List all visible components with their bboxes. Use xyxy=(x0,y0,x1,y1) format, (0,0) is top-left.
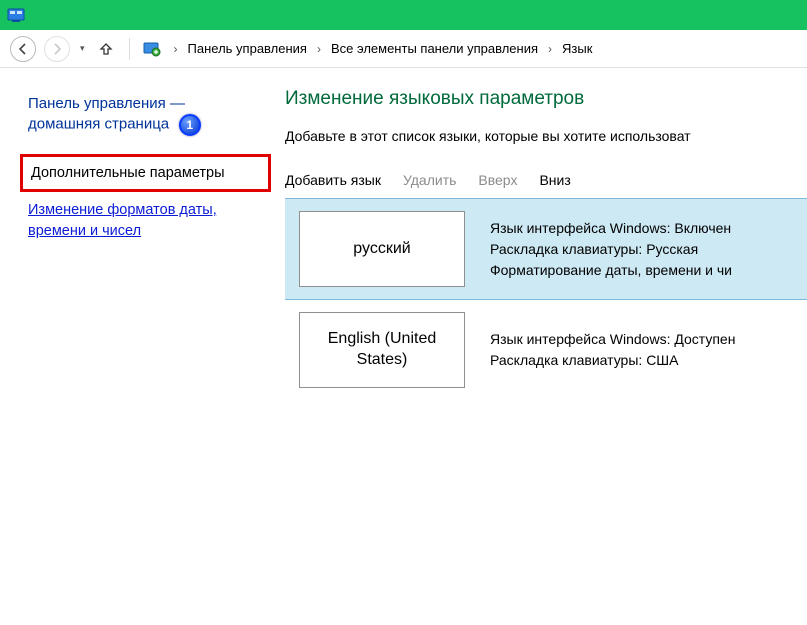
lang-info-line: Язык интерфейса Windows: Включен xyxy=(490,218,732,239)
sidebar-item-label: Изменение форматов даты, времени и чисел xyxy=(28,202,217,238)
sidebar: Панель управления — домашняя страница 1 … xyxy=(0,68,285,625)
chevron-right-icon[interactable]: › xyxy=(313,42,325,56)
language-row[interactable]: русский Язык интерфейса Windows: Включен… xyxy=(285,198,807,300)
nav-toolbar: ▾ › Панель управления › Все элементы пан… xyxy=(0,30,807,68)
annotation-badge-1: 1 xyxy=(179,114,201,136)
page-description: Добавьте в этот список языки, которые вы… xyxy=(285,128,807,144)
breadcrumb: › Панель управления › Все элементы панел… xyxy=(170,38,595,59)
add-language-button[interactable]: Добавить язык xyxy=(285,172,381,188)
separator xyxy=(129,38,130,60)
back-button[interactable] xyxy=(10,36,36,62)
breadcrumb-item[interactable]: Панель управления xyxy=(186,38,309,59)
breadcrumb-item[interactable]: Все элементы панели управления xyxy=(329,38,540,59)
lang-info-line: Раскладка клавиатуры: США xyxy=(490,350,735,371)
chevron-right-icon[interactable]: › xyxy=(544,42,556,56)
lang-info-line: Раскладка клавиатуры: Русская xyxy=(490,239,732,260)
control-panel-icon xyxy=(6,5,26,25)
sidebar-item-dateformat[interactable]: Изменение форматов даты, времени и чисел xyxy=(28,200,271,241)
titlebar xyxy=(0,0,807,30)
sidebar-home-link[interactable]: Панель управления — домашняя страница 1 xyxy=(28,94,271,136)
forward-button[interactable] xyxy=(44,36,70,62)
page-title: Изменение языковых параметров xyxy=(285,88,807,110)
language-row[interactable]: English (United States) Язык интерфейса … xyxy=(285,300,807,400)
history-dropdown-icon[interactable]: ▾ xyxy=(78,43,87,54)
language-tile[interactable]: English (United States) xyxy=(299,312,465,388)
lang-info-line: Форматирование даты, времени и чи xyxy=(490,260,732,281)
language-tile[interactable]: русский xyxy=(299,211,465,287)
language-details: Язык интерфейса Windows: Включен Расклад… xyxy=(490,218,732,281)
sidebar-item-label: Дополнительные параметры xyxy=(31,165,225,181)
language-list: русский Язык интерфейса Windows: Включен… xyxy=(285,198,807,400)
sidebar-item-advanced[interactable]: Дополнительные параметры xyxy=(20,154,271,192)
move-up-button[interactable]: Вверх xyxy=(478,172,517,188)
up-button[interactable] xyxy=(95,38,117,60)
location-icon xyxy=(142,39,162,59)
main-panel: Изменение языковых параметров Добавьте в… xyxy=(285,68,807,625)
move-down-button[interactable]: Вниз xyxy=(539,172,570,188)
language-details: Язык интерфейса Windows: Доступен Раскла… xyxy=(490,329,735,371)
sidebar-home-label: Панель управления — xyxy=(28,95,185,112)
language-name: English (United States) xyxy=(304,329,460,371)
language-toolbar: Добавить язык Удалить Вверх Вниз xyxy=(285,168,807,198)
language-name: русский xyxy=(353,239,410,260)
remove-language-button[interactable]: Удалить xyxy=(403,172,456,188)
lang-info-line: Язык интерфейса Windows: Доступен xyxy=(490,329,735,350)
sidebar-home-label: домашняя страница xyxy=(28,116,169,133)
chevron-right-icon[interactable]: › xyxy=(170,42,182,56)
breadcrumb-item[interactable]: Язык xyxy=(560,38,594,59)
